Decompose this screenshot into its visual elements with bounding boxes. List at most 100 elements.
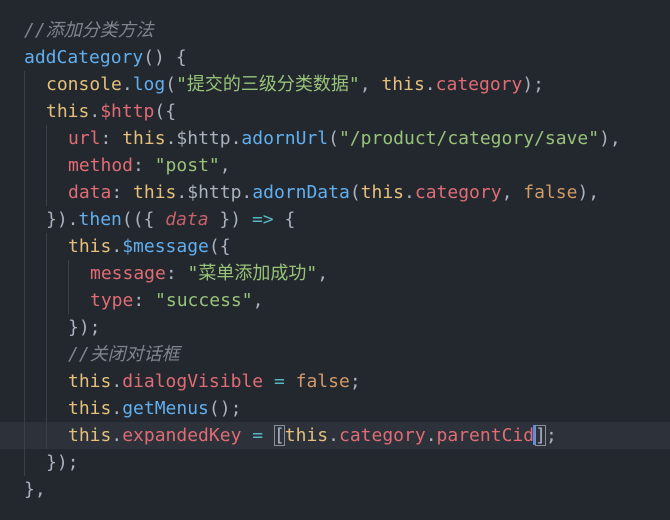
code-line[interactable]: method: "post", bbox=[0, 152, 670, 179]
code-text: }, bbox=[24, 476, 46, 503]
code-text: url: this.$http.adornUrl("/product/categ… bbox=[68, 125, 621, 152]
code-line[interactable]: }, bbox=[0, 476, 670, 503]
indent-guide bbox=[24, 449, 25, 476]
code-line[interactable]: //关闭对话框 bbox=[0, 341, 670, 368]
indent-guide bbox=[46, 422, 47, 449]
code-token: //关闭对话框 bbox=[68, 344, 180, 365]
code-token: "/product/category/save" bbox=[338, 128, 600, 149]
code-token: adornData bbox=[252, 182, 350, 203]
indent-guide bbox=[46, 260, 47, 287]
code-line[interactable]: addCategory() { bbox=[0, 44, 670, 71]
code-token: this bbox=[122, 128, 166, 149]
code-token: . bbox=[111, 398, 123, 419]
code-token: . bbox=[328, 425, 339, 446]
code-line[interactable]: }); bbox=[0, 314, 670, 341]
code-line[interactable]: }); bbox=[0, 449, 670, 476]
matched-bracket: [ bbox=[273, 425, 285, 446]
code-token: . bbox=[111, 236, 123, 257]
code-text: data: this.$http.adornData(this.category… bbox=[68, 179, 599, 206]
indent-guide bbox=[46, 287, 47, 314]
code-token: category bbox=[339, 425, 426, 446]
code-token: (); bbox=[208, 398, 242, 419]
code-token: . bbox=[425, 425, 437, 446]
code-token: then bbox=[78, 209, 122, 230]
code-line[interactable]: type: "success", bbox=[0, 287, 670, 314]
code-token: . bbox=[89, 101, 101, 122]
code-text: message: "菜单添加成功", bbox=[90, 260, 328, 287]
code-token: .$http. bbox=[165, 128, 242, 149]
code-token: . bbox=[111, 371, 123, 392]
code-line[interactable]: message: "菜单添加成功", bbox=[0, 260, 670, 287]
code-line[interactable]: this.dialogVisible = false; bbox=[0, 368, 670, 395]
code-line[interactable]: this.$message({ bbox=[0, 233, 670, 260]
code-token: adornUrl bbox=[241, 128, 329, 149]
code-token: }). bbox=[46, 209, 79, 230]
code-token: data bbox=[68, 182, 112, 203]
code-token: category bbox=[414, 182, 502, 203]
code-text: console.log("提交的三级分类数据", this.category); bbox=[46, 71, 544, 98]
code-token: this bbox=[68, 236, 112, 257]
indent-guide bbox=[24, 260, 25, 287]
code-token: log bbox=[132, 74, 166, 95]
indent-guide bbox=[46, 368, 47, 395]
indent-guide bbox=[24, 314, 25, 341]
code-editor[interactable]: //添加分类方法 addCategory() {console.log("提交的三… bbox=[0, 0, 670, 520]
indent-guide bbox=[46, 341, 47, 368]
code-token: this bbox=[284, 425, 329, 446]
code-token: .$http. bbox=[176, 182, 253, 203]
code-token: this bbox=[68, 425, 112, 446]
code-token: false bbox=[523, 182, 578, 203]
code-text: addCategory() { bbox=[24, 44, 187, 71]
code-token: ); bbox=[522, 74, 545, 95]
code-token: "post" bbox=[154, 155, 220, 176]
code-token: }) bbox=[208, 209, 252, 230]
indent-guide bbox=[24, 125, 25, 152]
code-line[interactable]: this.$http({ bbox=[0, 98, 670, 125]
indent-guide bbox=[68, 287, 69, 314]
code-token: this bbox=[68, 398, 112, 419]
code-token: this bbox=[360, 182, 405, 203]
code-token: ; bbox=[349, 371, 361, 392]
code-line[interactable]: this.expandedKey = [this.category.parent… bbox=[0, 422, 670, 449]
code-token: ( bbox=[349, 182, 361, 203]
indent-guide bbox=[68, 260, 69, 287]
code-text: this.dialogVisible = false; bbox=[68, 368, 361, 395]
code-text: this.$http({ bbox=[46, 98, 176, 125]
code-token: : bbox=[133, 155, 155, 176]
code-token: : bbox=[111, 182, 134, 203]
code-token: false bbox=[295, 371, 350, 392]
code-line[interactable]: data: this.$http.adornData(this.category… bbox=[0, 179, 670, 206]
code-text: this.getMenus(); bbox=[68, 395, 241, 422]
code-token: $http bbox=[100, 101, 155, 122]
matched-bracket: ] bbox=[535, 425, 546, 446]
code-line[interactable]: }).then(({ data }) => { bbox=[0, 206, 670, 233]
code-token: $message bbox=[122, 236, 209, 257]
indent-guide bbox=[46, 314, 47, 341]
code-token: , bbox=[359, 74, 382, 95]
code-line[interactable]: url: this.$http.adornUrl("/product/categ… bbox=[0, 125, 670, 152]
code-token: dialogVisible bbox=[122, 371, 264, 392]
code-token: this bbox=[68, 371, 112, 392]
code-token: getMenus bbox=[122, 398, 209, 419]
code-text: this.expandedKey = [this.category.parent… bbox=[68, 422, 557, 449]
code-token: method bbox=[68, 155, 134, 176]
code-text: }); bbox=[46, 449, 79, 476]
indent-guide bbox=[24, 395, 25, 422]
code-line[interactable]: this.getMenus(); bbox=[0, 395, 670, 422]
code-token: this bbox=[381, 74, 425, 95]
code-token: this bbox=[133, 182, 177, 203]
code-token: expandedKey bbox=[122, 425, 242, 446]
code-token: parentCid bbox=[436, 425, 535, 446]
code-line[interactable]: console.log("提交的三级分类数据", this.category); bbox=[0, 71, 670, 98]
code-line[interactable]: //添加分类方法 bbox=[0, 17, 670, 44]
code-token: this bbox=[46, 101, 90, 122]
indent-guide bbox=[46, 152, 47, 179]
code-token: type bbox=[90, 290, 134, 311]
code-text: //添加分类方法 bbox=[24, 17, 154, 44]
code-token: message bbox=[90, 263, 166, 284]
code-token: , bbox=[252, 290, 264, 311]
code-token: "success" bbox=[155, 290, 253, 311]
code-token: ( bbox=[165, 74, 177, 95]
code-token: ({ bbox=[154, 101, 177, 122]
